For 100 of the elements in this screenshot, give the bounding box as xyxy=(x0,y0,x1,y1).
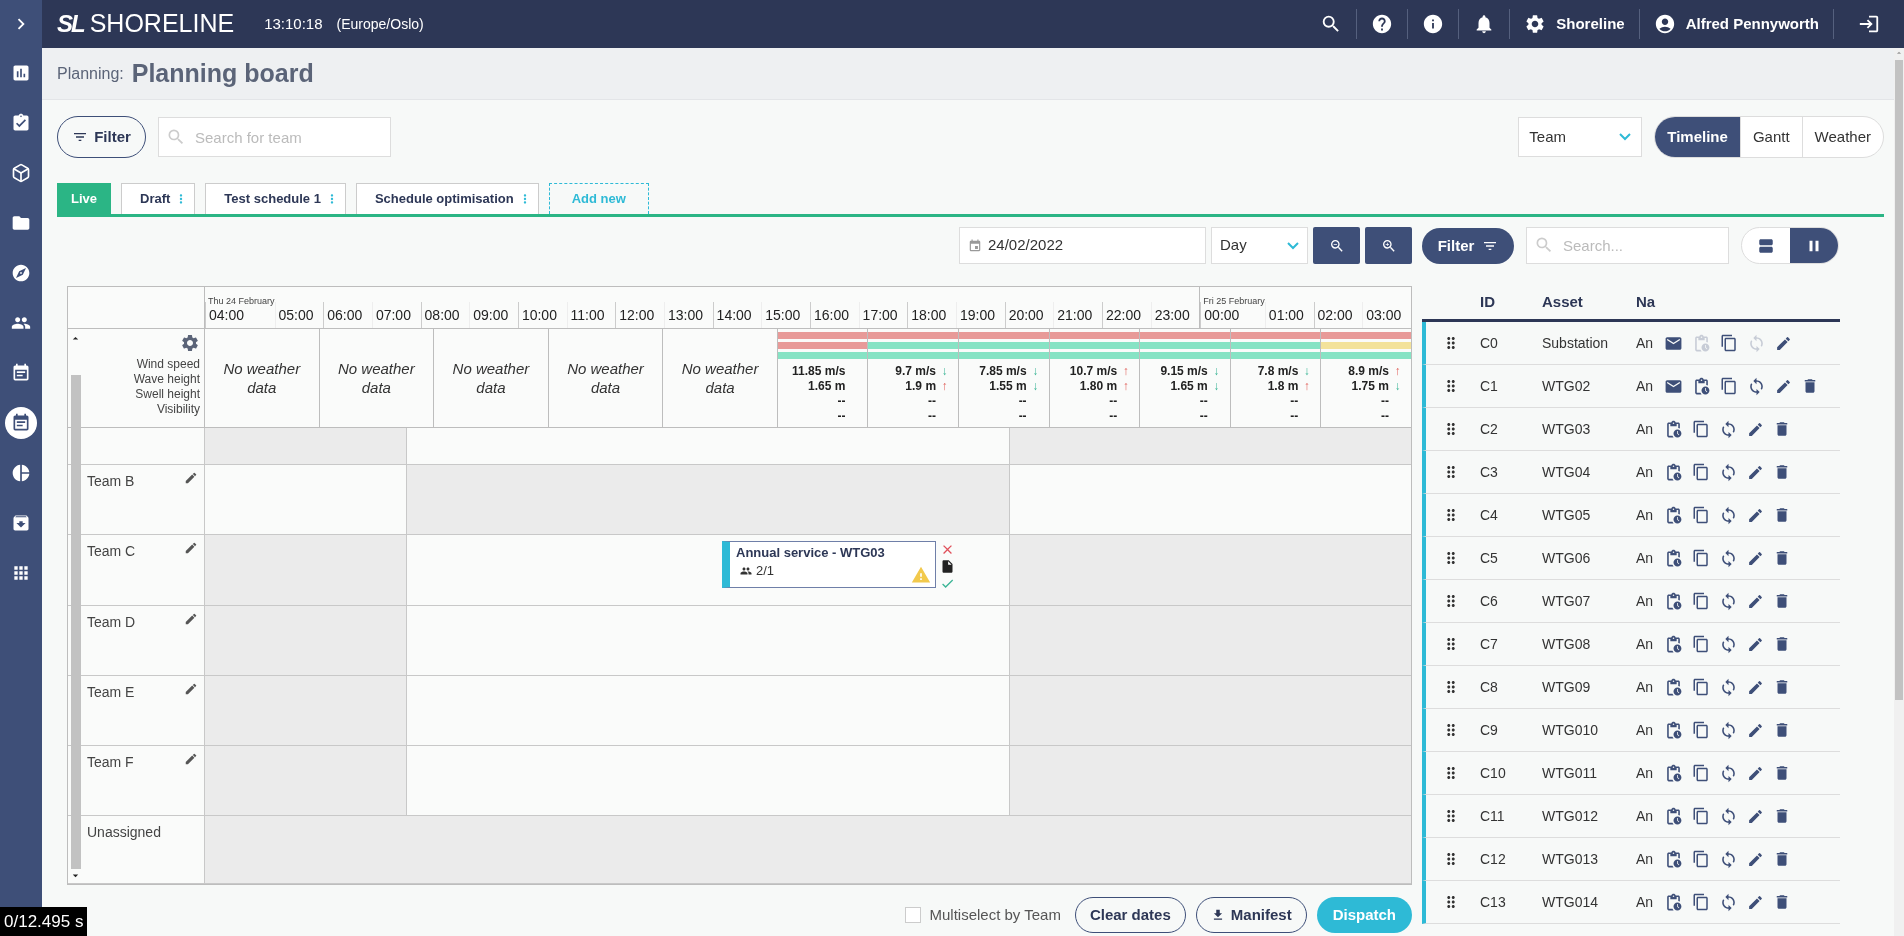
sidebar-item[interactable] xyxy=(5,407,37,439)
schedule-icon[interactable] xyxy=(1664,634,1683,654)
sync-icon[interactable] xyxy=(1719,849,1738,869)
edit-icon[interactable] xyxy=(1775,334,1792,352)
edit-icon[interactable] xyxy=(184,612,198,626)
sync-icon[interactable] xyxy=(1719,505,1738,525)
copy-icon[interactable] xyxy=(1692,420,1710,438)
copy-icon[interactable] xyxy=(1692,635,1710,653)
edit-icon[interactable] xyxy=(184,541,198,555)
asset-row[interactable]: C5 WTG06 An xyxy=(1422,537,1840,580)
edit-icon[interactable] xyxy=(184,682,198,696)
edit-icon[interactable] xyxy=(1747,764,1764,782)
sync-icon[interactable] xyxy=(1719,806,1738,826)
edit-icon[interactable] xyxy=(1747,420,1764,438)
sync-icon[interactable] xyxy=(1719,677,1738,697)
info-icon[interactable] xyxy=(1422,13,1445,35)
asset-row[interactable]: C6 WTG07 An xyxy=(1422,580,1840,623)
sync-icon[interactable] xyxy=(1719,419,1738,439)
copy-icon[interactable] xyxy=(1692,850,1710,868)
copy-icon[interactable] xyxy=(1720,334,1738,352)
name-cell-text: An xyxy=(1636,419,1655,439)
view-tab[interactable]: Gantt xyxy=(1739,117,1802,157)
view-tab[interactable]: Weather xyxy=(1801,117,1883,157)
settings-icon[interactable] xyxy=(180,333,200,353)
edit-icon[interactable] xyxy=(1747,463,1764,481)
sync-icon[interactable] xyxy=(1719,634,1738,654)
copy-icon[interactable] xyxy=(1692,506,1710,524)
copy-icon[interactable] xyxy=(1692,893,1710,911)
copy-icon[interactable] xyxy=(1692,463,1710,481)
copy-icon[interactable] xyxy=(1692,764,1710,782)
edit-icon[interactable] xyxy=(1775,377,1792,395)
copy-icon[interactable] xyxy=(1692,807,1710,825)
schedule-icon[interactable] xyxy=(1664,806,1683,826)
scrollbar-thumb[interactable] xyxy=(1895,60,1903,700)
user-menu[interactable]: Alfred Pennyworth xyxy=(1639,9,1834,39)
copy-icon[interactable] xyxy=(1692,549,1710,567)
schedule-icon[interactable] xyxy=(1664,548,1683,568)
sync-icon[interactable] xyxy=(1719,763,1738,783)
edit-icon[interactable] xyxy=(1747,850,1764,868)
schedule-icon[interactable] xyxy=(1664,849,1683,869)
edit-icon[interactable] xyxy=(184,471,198,485)
sync-icon[interactable] xyxy=(1719,892,1738,912)
sync-icon[interactable] xyxy=(1719,548,1738,568)
view-tab[interactable]: Timeline xyxy=(1655,117,1740,157)
filter-button[interactable]: Filter xyxy=(1422,228,1514,264)
asset-row[interactable]: C9 WTG010 An xyxy=(1422,709,1840,752)
copy-icon[interactable] xyxy=(1692,721,1710,739)
asset-row[interactable]: C12 WTG013 An xyxy=(1422,838,1840,881)
copy-icon[interactable] xyxy=(1692,592,1710,610)
schedule-tab[interactable]: Draft xyxy=(121,183,196,214)
asset-row[interactable]: C2 WTG03 An xyxy=(1422,408,1840,451)
sync-icon[interactable] xyxy=(1719,462,1738,482)
schedule-icon[interactable] xyxy=(1664,419,1683,439)
asset-row[interactable]: C10 WTG011 An xyxy=(1422,752,1840,795)
team-search-field[interactable]: Search for team xyxy=(158,117,391,157)
zoom-out-button[interactable] xyxy=(1313,227,1360,264)
schedule-icon[interactable] xyxy=(1664,763,1683,783)
copy-icon[interactable] xyxy=(1720,377,1738,395)
schedule-tab[interactable]: Schedule optimisation xyxy=(355,183,539,214)
schedule-icon[interactable] xyxy=(1664,462,1683,482)
edit-icon[interactable] xyxy=(1747,721,1764,739)
date-field[interactable]: 24/02/2022 xyxy=(959,227,1206,264)
zoom-in-button[interactable] xyxy=(1365,227,1412,264)
schedule-icon[interactable] xyxy=(1664,677,1683,697)
edit-icon[interactable] xyxy=(1747,807,1764,825)
schedule-icon[interactable] xyxy=(1664,720,1683,740)
edit-icon[interactable] xyxy=(1747,506,1764,524)
event-card[interactable]: Annual service - WTG03 2/1 xyxy=(722,541,936,588)
schedule-icon[interactable] xyxy=(1664,591,1683,611)
schedule-icon[interactable] xyxy=(1664,892,1683,912)
logout-icon[interactable] xyxy=(1858,13,1880,35)
help-icon[interactable] xyxy=(1371,13,1394,35)
schedule-icon[interactable] xyxy=(1664,505,1683,525)
asset-row[interactable]: C1 WTG02 An xyxy=(1422,365,1840,408)
edit-icon[interactable] xyxy=(1747,592,1764,610)
sync-icon[interactable] xyxy=(1719,720,1738,740)
checkbox[interactable] xyxy=(905,907,922,923)
schedule-icon[interactable] xyxy=(1692,376,1711,396)
asset-row[interactable]: C11 WTG012 An xyxy=(1422,795,1840,838)
asset-row[interactable]: C4 WTG05 An xyxy=(1422,494,1840,537)
sync-icon[interactable] xyxy=(1719,591,1738,611)
asset-row[interactable]: C0 Substation An xyxy=(1422,322,1840,365)
schedule-tab[interactable]: Test schedule 1 xyxy=(205,183,346,214)
sync-icon[interactable] xyxy=(1747,376,1766,396)
edit-icon[interactable] xyxy=(1747,893,1764,911)
edit-icon[interactable] xyxy=(1747,678,1764,696)
organization-menu[interactable]: Shoreline xyxy=(1510,9,1640,39)
range-select[interactable]: Day xyxy=(1211,227,1308,264)
file-icon[interactable] xyxy=(940,559,955,574)
layout-toggle[interactable] xyxy=(1790,228,1838,263)
asset-row[interactable]: C7 WTG08 An xyxy=(1422,623,1840,666)
asset-row[interactable]: C3 WTG04 An xyxy=(1422,451,1840,494)
asset-row[interactable]: C13 WTG014 An xyxy=(1422,881,1840,924)
group-by-select[interactable]: Team xyxy=(1518,117,1643,157)
edit-icon[interactable] xyxy=(184,752,198,766)
edit-icon[interactable] xyxy=(1747,549,1764,567)
asset-row[interactable]: C8 WTG09 An xyxy=(1422,666,1840,709)
edit-icon[interactable] xyxy=(1747,635,1764,653)
asset-search-field[interactable]: Search... xyxy=(1526,227,1729,264)
copy-icon[interactable] xyxy=(1692,678,1710,696)
